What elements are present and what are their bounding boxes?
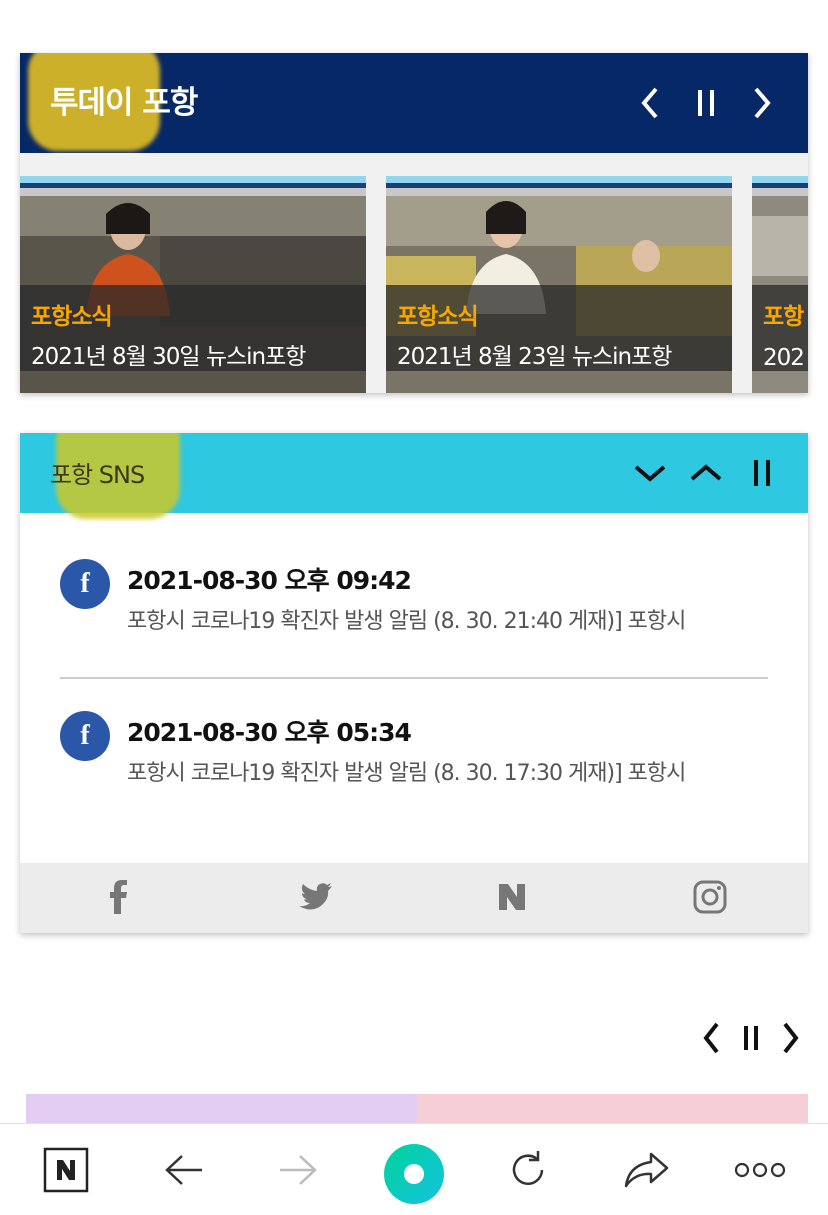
post-datetime: 2021-08-30 오후 05:34 — [127, 718, 412, 747]
pause-banner-button[interactable] — [736, 1018, 766, 1058]
today-pohang-widget: 투데이 포항 포항소식 2021년 8월 30일 뉴스in포항 포항소식 202… — [20, 53, 808, 393]
sns-links-bar — [20, 863, 808, 933]
prev-banner-button[interactable] — [696, 1018, 726, 1058]
sns-post[interactable]: f 2021-08-30 오후 05:34 포항시 코로나19 확진자 발생 알… — [60, 711, 768, 821]
pohang-sns-title: 포항 SNS — [50, 461, 145, 489]
post-datetime: 2021-08-30 오후 09:42 — [127, 566, 412, 595]
pause-icon — [744, 1026, 758, 1050]
naver-home-icon — [43, 1147, 89, 1193]
slide-card[interactable]: 포항소식 2021년 8월 30일 뉴스in포항 — [20, 176, 366, 393]
naver-link-icon[interactable] — [492, 877, 532, 917]
scroll-up-button[interactable] — [686, 455, 726, 491]
pause-slide-button[interactable] — [688, 83, 724, 123]
pause-icon — [698, 90, 714, 116]
forward-button[interactable] — [270, 1142, 326, 1198]
pohang-sns-header: 포항 SNS — [20, 433, 808, 519]
chevron-right-icon — [783, 1022, 799, 1054]
post-divider — [60, 677, 768, 679]
back-arrow-icon — [165, 1155, 202, 1185]
today-pohang-title: 투데이 포항 — [50, 85, 198, 121]
facebook-link-icon[interactable] — [98, 877, 138, 917]
slide-category: 포항소식 — [397, 304, 479, 330]
instagram-link-icon[interactable] — [690, 877, 730, 917]
pohang-sns-widget: 포항 SNS f 2021-08-30 오후 09:42 포항시 코로나19 확… — [20, 433, 808, 933]
today-pohang-header: 투데이 포항 — [20, 53, 808, 153]
forward-arrow-icon — [280, 1155, 317, 1185]
today-slides: 포항소식 2021년 8월 30일 뉴스in포항 포항소식 2021년 8월 2… — [20, 153, 808, 393]
post-text: 포항시 코로나19 확진자 발생 알림 (8. 30. 21:40 게재)] 포… — [127, 609, 686, 634]
chevron-left-icon — [703, 1022, 719, 1054]
pause-icon — [754, 460, 770, 486]
facebook-icon: f — [60, 711, 110, 761]
chevron-left-icon — [641, 87, 658, 119]
refresh-button[interactable] — [500, 1142, 556, 1198]
back-button[interactable] — [156, 1142, 212, 1198]
scroll-down-button[interactable] — [630, 455, 670, 491]
share-icon — [624, 1152, 669, 1188]
slide-card[interactable]: 포항소식 2021년 8월 23일 뉴스in포항 — [386, 176, 732, 393]
slide-title: 2021년 8월 23일 뉴스in포항 — [397, 344, 672, 370]
browser-toolbar — [0, 1123, 828, 1215]
chevron-up-icon — [690, 464, 722, 481]
pause-sns-button[interactable] — [744, 455, 780, 491]
twitter-link-icon[interactable] — [296, 877, 336, 917]
green-dot-icon — [384, 1144, 444, 1204]
slide-category: 포항소식 — [31, 304, 113, 330]
facebook-icon: f — [60, 559, 110, 609]
more-icon — [734, 1162, 786, 1178]
next-slide-button[interactable] — [744, 83, 780, 123]
slide-title: 202 — [763, 345, 805, 371]
sns-post[interactable]: f 2021-08-30 오후 09:42 포항시 코로나19 확진자 발생 알… — [60, 559, 768, 669]
chevron-right-icon — [754, 87, 771, 119]
refresh-icon — [512, 1151, 544, 1185]
slide-title: 2021년 8월 30일 뉴스in포항 — [31, 344, 306, 370]
next-banner-button[interactable] — [776, 1018, 806, 1058]
naver-home-button[interactable] — [38, 1142, 94, 1198]
more-button[interactable] — [730, 1142, 790, 1198]
slide-category: 포항 — [763, 304, 804, 330]
prev-slide-button[interactable] — [632, 83, 668, 123]
green-dot-button[interactable] — [384, 1144, 444, 1204]
chevron-down-icon — [634, 465, 666, 482]
share-button[interactable] — [618, 1142, 674, 1198]
slide-card[interactable]: 포항 202 — [752, 176, 808, 393]
post-text: 포항시 코로나19 확진자 발생 알림 (8. 30. 17:30 게재)] 포… — [127, 761, 686, 786]
